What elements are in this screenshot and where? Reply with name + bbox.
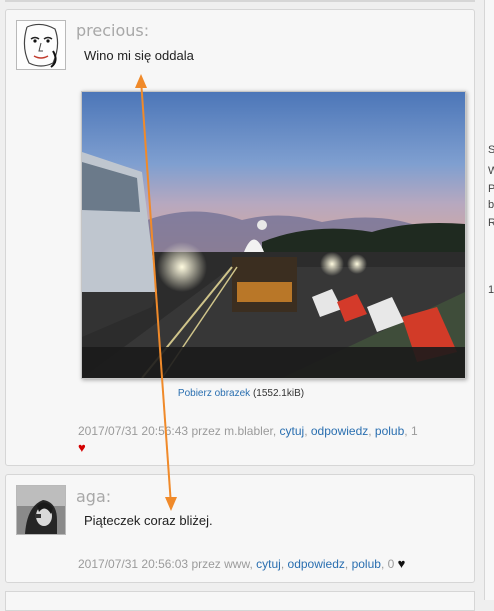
- arrow-head-down-icon: [165, 497, 177, 511]
- arrow-head-up-icon: [135, 74, 147, 88]
- annotation-arrow: [135, 74, 177, 511]
